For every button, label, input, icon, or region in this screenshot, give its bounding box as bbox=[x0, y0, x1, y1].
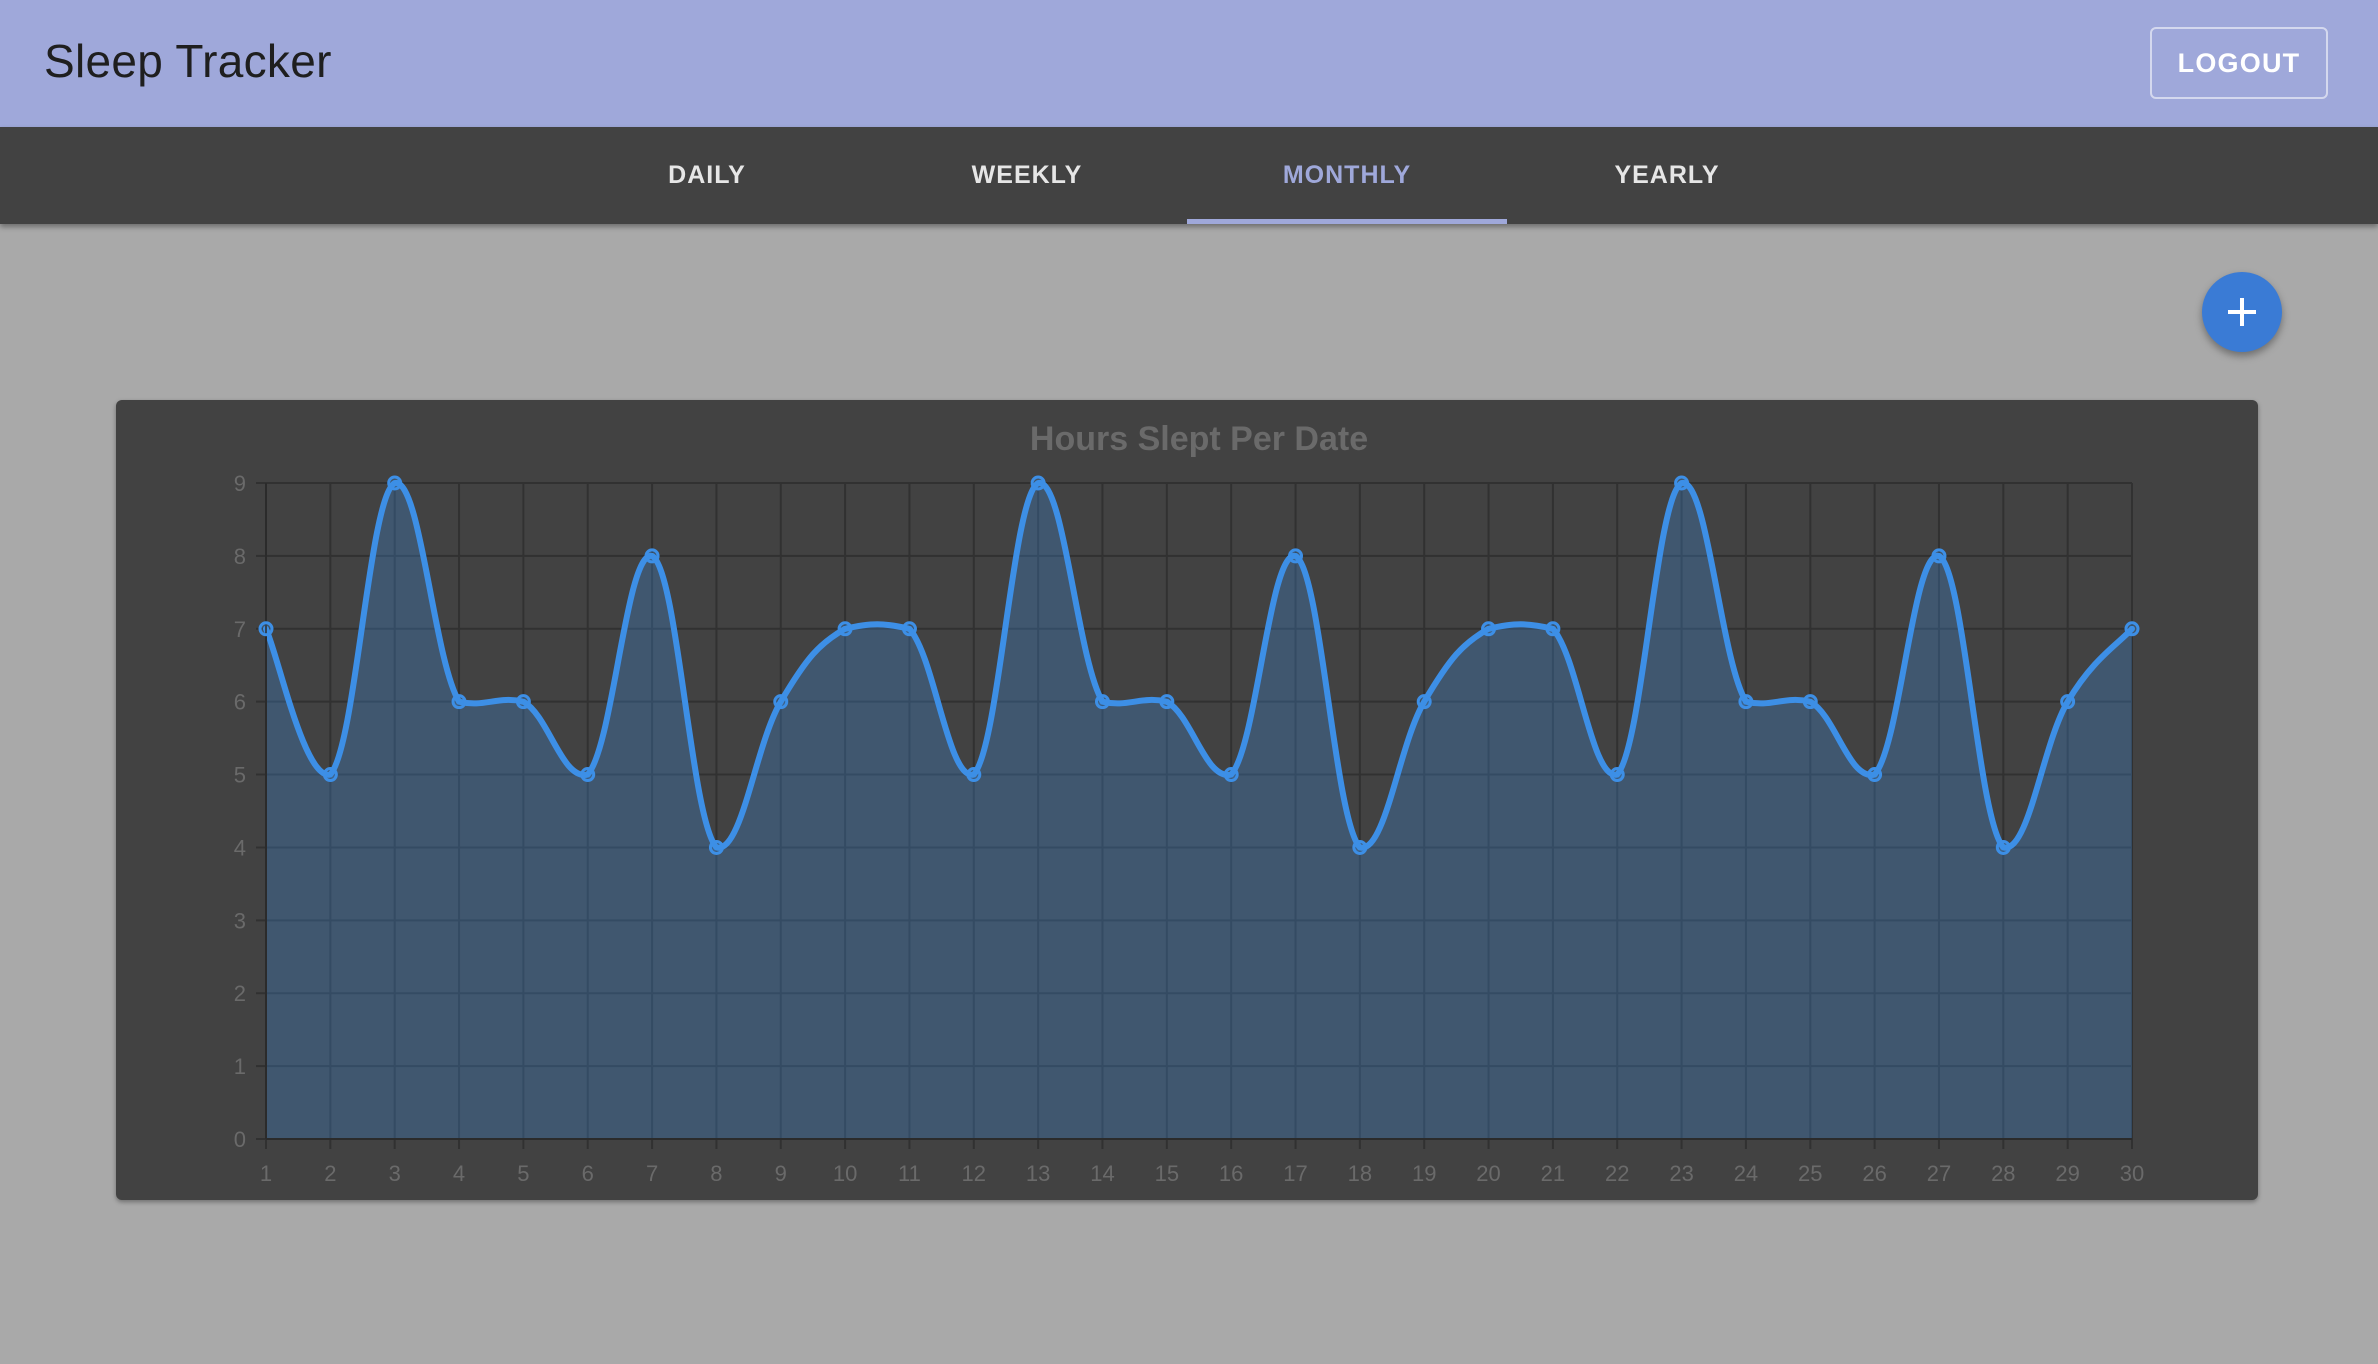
x-tick-label: 22 bbox=[1605, 1161, 1629, 1186]
x-tick-label: 30 bbox=[2120, 1161, 2144, 1186]
x-tick-label: 6 bbox=[582, 1161, 594, 1186]
data-point bbox=[2124, 621, 2140, 637]
x-tick-label: 14 bbox=[1090, 1161, 1114, 1186]
x-tick-label: 9 bbox=[775, 1161, 787, 1186]
add-entry-button[interactable] bbox=[2202, 272, 2282, 352]
data-point bbox=[1352, 839, 1368, 855]
x-tick-label: 17 bbox=[1283, 1161, 1307, 1186]
data-point bbox=[1931, 548, 1947, 564]
tab-bar: DAILY WEEKLY MONTHLY YEARLY bbox=[0, 127, 2378, 224]
x-tick-label: 13 bbox=[1026, 1161, 1050, 1186]
chart-title: Hours Slept Per Date bbox=[1030, 420, 1368, 458]
data-point bbox=[644, 548, 660, 564]
x-tick-label: 8 bbox=[710, 1161, 722, 1186]
data-point bbox=[773, 694, 789, 710]
x-tick-label: 29 bbox=[2055, 1161, 2079, 1186]
data-point bbox=[1481, 621, 1497, 637]
x-tick-label: 12 bbox=[962, 1161, 986, 1186]
series-area bbox=[266, 482, 2132, 1139]
tab-daily[interactable]: DAILY bbox=[547, 127, 867, 224]
tab-yearly[interactable]: YEARLY bbox=[1507, 127, 1827, 224]
data-point bbox=[1738, 694, 1754, 710]
y-tick-label: 1 bbox=[234, 1054, 246, 1079]
data-point bbox=[1223, 767, 1239, 783]
x-tick-label: 19 bbox=[1412, 1161, 1436, 1186]
data-point bbox=[2060, 694, 2076, 710]
x-tick-label: 27 bbox=[1927, 1161, 1951, 1186]
tab-weekly[interactable]: WEEKLY bbox=[867, 127, 1187, 224]
y-tick-label: 0 bbox=[234, 1127, 246, 1152]
data-point bbox=[1609, 767, 1625, 783]
y-tick-label: 7 bbox=[234, 617, 246, 642]
data-point bbox=[1030, 475, 1046, 491]
x-tick-label: 26 bbox=[1862, 1161, 1886, 1186]
x-tick-label: 3 bbox=[389, 1161, 401, 1186]
data-point bbox=[322, 767, 338, 783]
x-tick-label: 23 bbox=[1669, 1161, 1693, 1186]
plus-icon bbox=[2228, 298, 2256, 326]
x-tick-label: 1 bbox=[260, 1161, 272, 1186]
x-tick-label: 20 bbox=[1476, 1161, 1500, 1186]
y-tick-label: 2 bbox=[234, 981, 246, 1006]
data-point bbox=[1545, 621, 1561, 637]
data-point bbox=[1094, 694, 1110, 710]
hours-slept-chart: Hours Slept Per Date01234567891 2 3 4 5 6 7 8 9 1… bbox=[234, 420, 2144, 1186]
x-tick-label: 10 bbox=[833, 1161, 857, 1186]
data-point bbox=[580, 767, 596, 783]
y-tick-label: 5 bbox=[234, 763, 246, 788]
x-tick-label: 2 bbox=[324, 1161, 336, 1186]
x-tick-label: 5 bbox=[517, 1161, 529, 1186]
chart-card: Hours Slept Per Date 0 1 2 3 4 5 6 7 8 9 1 2 3 4 5 6 7 8 9 1… bbox=[116, 400, 2258, 1200]
y-tick-label: 3 bbox=[234, 908, 246, 933]
x-tick-label: 24 bbox=[1734, 1161, 1758, 1186]
x-tick-label: 25 bbox=[1798, 1161, 1822, 1186]
data-point bbox=[966, 767, 982, 783]
data-point bbox=[901, 621, 917, 637]
x-tick-label: 11 bbox=[898, 1161, 921, 1186]
y-tick-label: 8 bbox=[234, 544, 246, 569]
app-title: Sleep Tracker bbox=[44, 35, 332, 87]
x-tick-label: 15 bbox=[1155, 1161, 1179, 1186]
data-point bbox=[1416, 694, 1432, 710]
data-point bbox=[515, 694, 531, 710]
app-bar: Sleep Tracker LOGOUT bbox=[0, 0, 2378, 127]
data-point bbox=[1802, 694, 1818, 710]
x-tick-label: 7 bbox=[646, 1161, 658, 1186]
data-point bbox=[837, 621, 853, 637]
data-point bbox=[1867, 767, 1883, 783]
data-point bbox=[387, 475, 403, 491]
tab-monthly[interactable]: MONTHLY bbox=[1187, 127, 1507, 224]
data-point bbox=[1288, 548, 1304, 564]
y-tick-label: 9 bbox=[234, 471, 246, 496]
data-point bbox=[451, 694, 467, 710]
data-point bbox=[1674, 475, 1690, 491]
data-point bbox=[1995, 839, 2011, 855]
logout-button[interactable]: LOGOUT bbox=[2150, 27, 2328, 99]
data-point bbox=[708, 839, 724, 855]
data-point bbox=[1159, 694, 1175, 710]
x-tick-label: 16 bbox=[1219, 1161, 1243, 1186]
x-tick-label: 18 bbox=[1348, 1161, 1372, 1186]
data-point bbox=[258, 621, 274, 637]
y-tick-label: 4 bbox=[234, 835, 246, 860]
y-tick-label: 6 bbox=[234, 690, 246, 715]
x-tick-label: 28 bbox=[1991, 1161, 2015, 1186]
x-tick-label: 4 bbox=[453, 1161, 465, 1186]
x-tick-label: 21 bbox=[1541, 1161, 1565, 1186]
